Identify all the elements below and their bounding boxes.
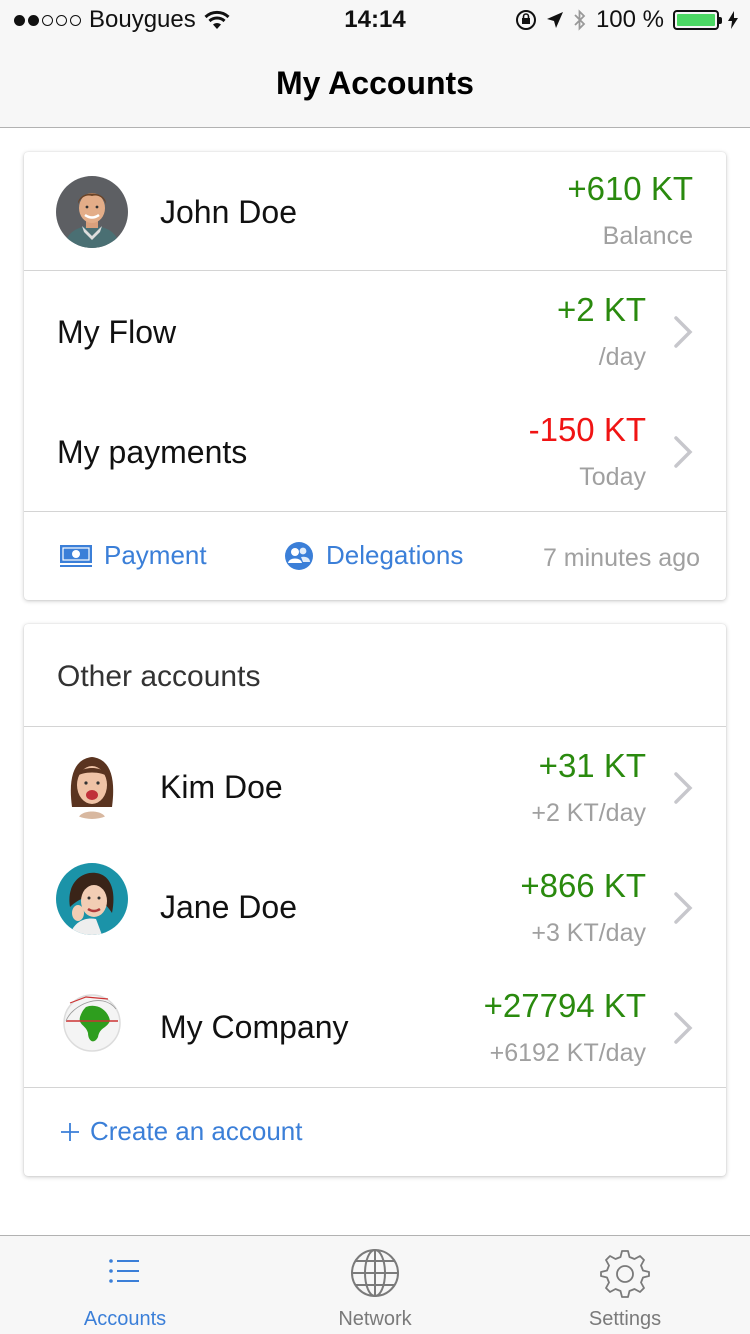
battery-icon: [673, 10, 722, 30]
plus-icon: [61, 1122, 79, 1141]
account-header-row[interactable]: John Doe +610 KT Balance: [24, 152, 726, 270]
my-flow-label: My Flow: [57, 314, 177, 350]
banknote-icon: [60, 544, 92, 567]
create-account-label: Create an account: [90, 1116, 303, 1146]
tab-label: Accounts: [83, 1308, 167, 1330]
battery-percent: 100 %: [595, 6, 664, 33]
tab-accounts[interactable]: Accounts: [0, 1236, 250, 1334]
main-account-card: John Doe +610 KT Balance My Flow +2 KT /…: [24, 152, 726, 600]
people-icon: [285, 541, 313, 570]
last-updated-time: 7 minutes ago: [542, 544, 700, 572]
account-amount: +866 KT: [520, 867, 646, 904]
balance-label: Balance: [602, 222, 693, 250]
orientation-lock-icon: [515, 10, 536, 30]
globe-icon: [351, 1249, 399, 1297]
my-flow-row[interactable]: My Flow +2 KT /day: [24, 271, 726, 391]
status-right: 100 %: [515, 6, 738, 34]
account-row-jane-doe[interactable]: Jane Doe +866 KT +3 KT/day: [24, 847, 726, 967]
my-flow-amount: +2 KT: [557, 291, 646, 328]
charging-bolt-icon: [728, 11, 738, 29]
create-account-button[interactable]: Create an account: [60, 1116, 302, 1147]
account-amount: +31 KT: [538, 747, 646, 784]
location-arrow-icon: [546, 12, 563, 28]
account-row-my-company[interactable]: My Company +27794 KT +6192 KT/day: [24, 967, 726, 1087]
delegations-label: Delegations: [326, 540, 464, 570]
status-left: Bouygues: [14, 6, 230, 34]
my-payments-period: Today: [579, 463, 646, 491]
my-payments-amount: -150 KT: [528, 411, 646, 448]
my-flow-period: /day: [598, 343, 646, 371]
tab-label: Settings: [588, 1308, 662, 1330]
chevron-right-icon: [671, 1010, 695, 1046]
my-payments-label: My payments: [57, 434, 248, 470]
chevron-right-icon: [671, 434, 695, 470]
tab-bar: Accounts Network Settings: [0, 1235, 750, 1334]
account-rate: +2 KT/day: [531, 799, 646, 827]
wifi-icon: [204, 10, 230, 29]
balance-amount: +610 KT: [567, 170, 693, 207]
chevron-right-icon: [671, 314, 695, 350]
kim-doe-avatar: [56, 747, 128, 819]
gear-icon: [600, 1250, 650, 1298]
tab-network[interactable]: Network: [250, 1236, 500, 1334]
section-title: Other accounts: [57, 660, 261, 693]
account-amount: +27794 KT: [483, 987, 646, 1024]
page-title: My Accounts: [276, 65, 474, 101]
bluetooth-icon: [574, 9, 586, 31]
account-row-kim-doe[interactable]: Kim Doe +31 KT +2 KT/day: [24, 727, 726, 847]
payment-button[interactable]: Payment: [60, 540, 207, 571]
navigation-bar: My Accounts: [0, 40, 750, 128]
tab-label: Network: [338, 1308, 412, 1330]
account-rate: +3 KT/day: [531, 919, 646, 947]
account-name: Kim Doe: [160, 769, 283, 805]
payment-label: Payment: [104, 540, 207, 570]
signal-strength-icon: [14, 14, 81, 26]
account-holder-name: John Doe: [160, 194, 297, 230]
carrier-name: Bouygues: [89, 6, 196, 33]
chevron-right-icon: [671, 890, 695, 926]
my-payments-row[interactable]: My payments -150 KT Today: [24, 391, 726, 511]
jane-doe-avatar: [56, 863, 128, 935]
status-bar: Bouygues 14:14 100 %: [0, 0, 750, 40]
account-name: My Company: [160, 1009, 349, 1045]
divider: [24, 1087, 726, 1088]
john-doe-avatar: [56, 176, 128, 248]
delegations-button[interactable]: Delegations: [284, 540, 463, 571]
account-name: Jane Doe: [160, 889, 297, 925]
other-accounts-card: Other accounts Kim Doe +31 KT +2 KT/day: [24, 624, 726, 1176]
account-actions-row: Payment Delegations 7 minutes ago: [24, 512, 726, 600]
company-globe-logo: [56, 985, 128, 1057]
list-icon: [109, 1259, 139, 1283]
tab-settings[interactable]: Settings: [500, 1236, 750, 1334]
account-rate: +6192 KT/day: [489, 1039, 646, 1067]
chevron-right-icon: [671, 770, 695, 806]
